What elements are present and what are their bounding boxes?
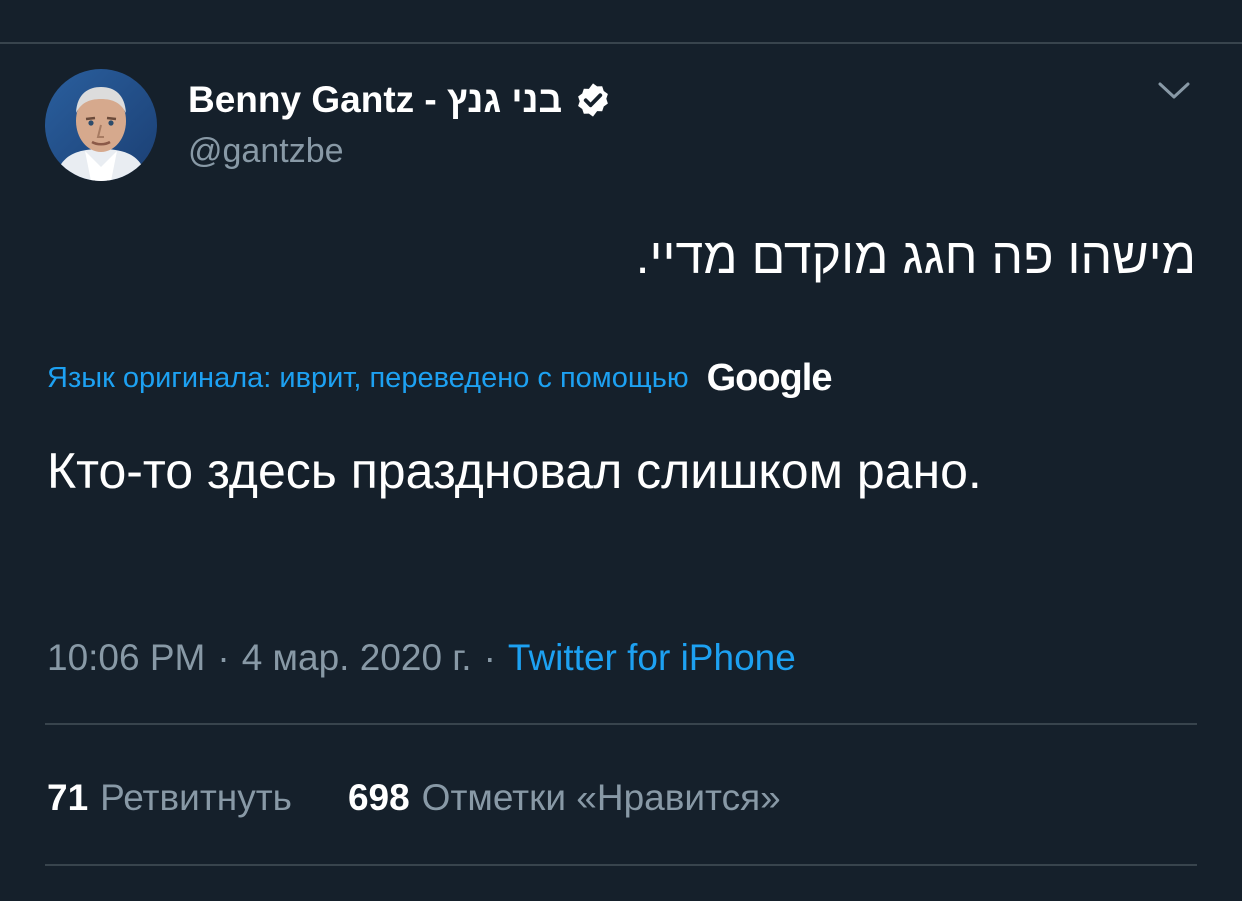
meta-separator: · <box>483 637 496 678</box>
retweets-label: Ретвитнуть <box>100 777 292 818</box>
tweet-date: 4 мар. 2020 г. <box>241 637 472 678</box>
divider <box>45 723 1197 725</box>
likes-label: Отметки «Нравится» <box>421 777 781 818</box>
meta-separator: · <box>217 637 230 678</box>
divider <box>45 864 1197 866</box>
avatar[interactable] <box>45 69 157 181</box>
tweet-source-link[interactable]: Twitter for iPhone <box>508 637 796 679</box>
author-handle[interactable]: @gantzbe <box>188 128 344 174</box>
retweets-count: 71 <box>47 777 89 818</box>
chevron-down-icon[interactable] <box>1154 76 1194 106</box>
verified-badge-icon <box>574 81 612 119</box>
tweet-time: 10:06 PM <box>47 637 206 678</box>
display-name[interactable]: Benny Gantz - בני גנץ <box>188 74 562 126</box>
google-logo: Google <box>706 357 833 399</box>
tweet-meta: 10:06 PM · 4 мар. 2020 г. · Twitter for … <box>47 630 796 686</box>
author-name-row[interactable]: Benny Gantz - בני גנץ <box>188 74 612 126</box>
tweet-original-text: מישהו פה חגג מוקדם מדיי. <box>635 228 1196 284</box>
tweet-translated-text: Кто-то здесь праздновал слишком рано. <box>47 443 982 499</box>
tweet-detail-screen: Benny Gantz - בני גנץ @gantzbe מישהו פה … <box>0 0 1242 901</box>
translation-notice[interactable]: Язык оригинала: иврит, переведено с помо… <box>47 350 689 406</box>
likes-stat[interactable]: 698 Отметки «Нравится» <box>348 777 781 819</box>
retweets-stat[interactable]: 71 Ретвитнуть <box>47 777 292 819</box>
tweet-stats: 71 Ретвитнуть 698 Отметки «Нравится» <box>47 770 781 826</box>
translation-notice-row: Язык оригинала: иврит, переведено с помо… <box>47 350 833 406</box>
likes-count: 698 <box>347 777 410 818</box>
top-divider <box>0 42 1242 44</box>
